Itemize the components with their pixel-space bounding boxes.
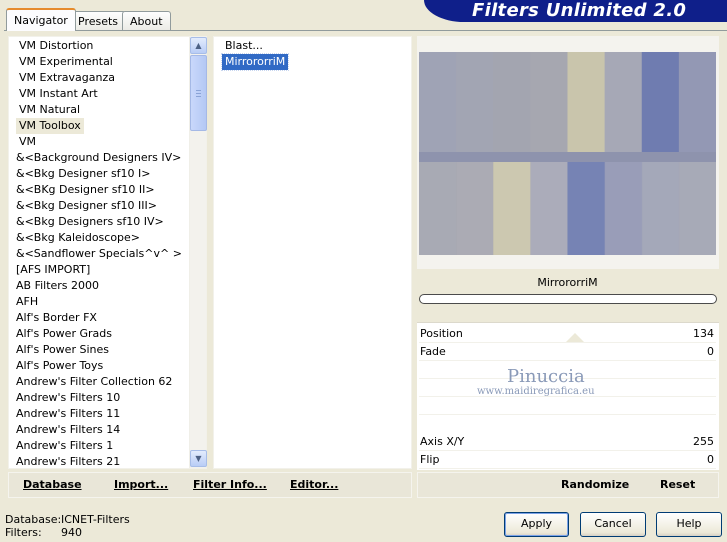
parameter-value: 134 [693,327,714,340]
parameter-label: Fade [420,345,446,358]
database-value: ICNET-Filters [61,513,130,526]
apply-button[interactable]: Apply [504,512,569,537]
category-item[interactable]: Andrew's Filters 11 [13,406,123,422]
preview-band [419,162,457,255]
preview-band [604,52,643,152]
editor-button[interactable]: Editor... [290,476,338,496]
category-item[interactable]: Alf's Border FX [13,310,100,326]
category-item[interactable]: &<Bkg Designer sf10 III> [13,198,160,214]
category-item[interactable]: &<Bkg Kaleidoscope> [13,230,143,246]
category-item[interactable]: Andrew's Filters 10 [13,390,123,406]
preview-band [678,162,716,255]
reset-button[interactable]: Reset [660,476,695,496]
category-item[interactable]: &<Bkg Designer sf10 I> [13,166,154,182]
category-item[interactable]: Andrew's Filter Collection 62 [13,374,175,390]
filter-item[interactable]: MirrororriM [220,53,290,71]
database-label: Database: [5,513,62,526]
parameter-value: 0 [707,345,714,358]
preview-band [493,162,531,255]
category-item[interactable]: &<Sandflower Specials^v^ > [13,246,185,262]
category-item[interactable]: Andrew's Filters 21 [13,454,123,470]
preview-band [641,52,680,152]
cancel-button[interactable]: Cancel [580,512,646,537]
category-item[interactable]: Alf's Power Sines [13,342,112,358]
preview-band [530,52,568,152]
parameter-row[interactable]: Axis X/Y 255 [419,433,716,451]
database-button[interactable]: Database [23,476,82,496]
watermark-name: Pinuccia [507,366,585,387]
preview-band [419,52,457,152]
parameter-row[interactable]: Fade 0 [419,343,716,361]
filter-list[interactable]: Blast... MirrororriM [213,36,412,469]
preview-band [493,52,531,152]
category-item[interactable]: AB Filters 2000 [13,278,102,294]
title-banner: Filters Unlimited 2.0 [424,0,727,22]
category-item[interactable]: &<Bkg Designers sf10 IV> [13,214,167,230]
category-item[interactable]: Alf's Power Toys [13,358,106,374]
scroll-up-button[interactable]: ▲ [190,37,207,54]
position-slider-marker[interactable] [566,333,584,342]
category-item[interactable]: VM Natural [16,102,83,118]
parameter-label: Flip [420,453,440,466]
scroll-down-button[interactable]: ▼ [190,450,207,467]
category-item[interactable]: VM Distortion [16,38,96,54]
parameter-label: Position [420,327,463,340]
category-item[interactable]: VM Toolbox [16,118,84,134]
filter-info-button[interactable]: Filter Info... [193,476,267,496]
category-item[interactable]: VM [16,134,39,150]
preview-band [456,162,494,255]
category-item[interactable]: Andrew's Filters 1 [13,438,116,454]
category-item[interactable]: [AFS IMPORT] [13,262,93,278]
category-item[interactable]: VM Instant Art [16,86,101,102]
preview-band [567,162,606,255]
category-item[interactable]: Andrew's Filters 14 [13,422,123,438]
preview-svg [419,52,716,255]
preview-mirror-line [419,152,716,162]
preview-band [456,52,494,152]
category-list[interactable]: VM Distortion VM Experimental VM Extravaga… [8,36,207,469]
category-scrollbar[interactable]: ▲ ▼ [189,37,207,468]
preview-band [641,162,680,255]
tab-strip-border [4,30,727,31]
tab-presets[interactable]: Presets [70,11,127,30]
parameter-row[interactable] [419,397,716,415]
category-item[interactable]: Alf's Power Grads [13,326,115,342]
filters-count-label: Filters: [5,526,42,539]
tab-about[interactable]: About [122,11,171,30]
tab-navigator[interactable]: Navigator [6,8,76,31]
import-button[interactable]: Import... [114,476,168,496]
parameter-value: 0 [707,453,714,466]
category-item[interactable]: AFH [13,294,41,310]
category-item[interactable]: VM Experimental [16,54,116,70]
category-item[interactable]: &<Background Designers IV> [13,150,184,166]
filters-count-value: 940 [61,526,82,539]
preview-image [419,52,716,255]
parameter-value: 255 [693,435,714,448]
category-item[interactable]: VM Extravaganza [16,70,118,86]
filter-progress-bar [419,294,717,304]
filter-item[interactable]: Blast... [222,38,266,54]
filter-name-label: MirrororriM [537,276,598,289]
parameter-row[interactable]: Flip 0 [419,451,716,469]
preview-band [678,52,716,152]
preview-band [567,52,606,152]
watermark-url: www.maidiregrafica.eu [477,386,595,397]
parameter-label: Axis X/Y [420,435,465,448]
scroll-thumb[interactable] [190,55,207,131]
help-button[interactable]: Help [656,512,722,537]
app-title: Filters Unlimited 2.0 [472,0,687,21]
category-item[interactable]: &<BKg Designer sf10 II> [13,182,158,198]
preview-band [604,162,643,255]
randomize-button[interactable]: Randomize [561,476,629,496]
preview-band [530,162,568,255]
